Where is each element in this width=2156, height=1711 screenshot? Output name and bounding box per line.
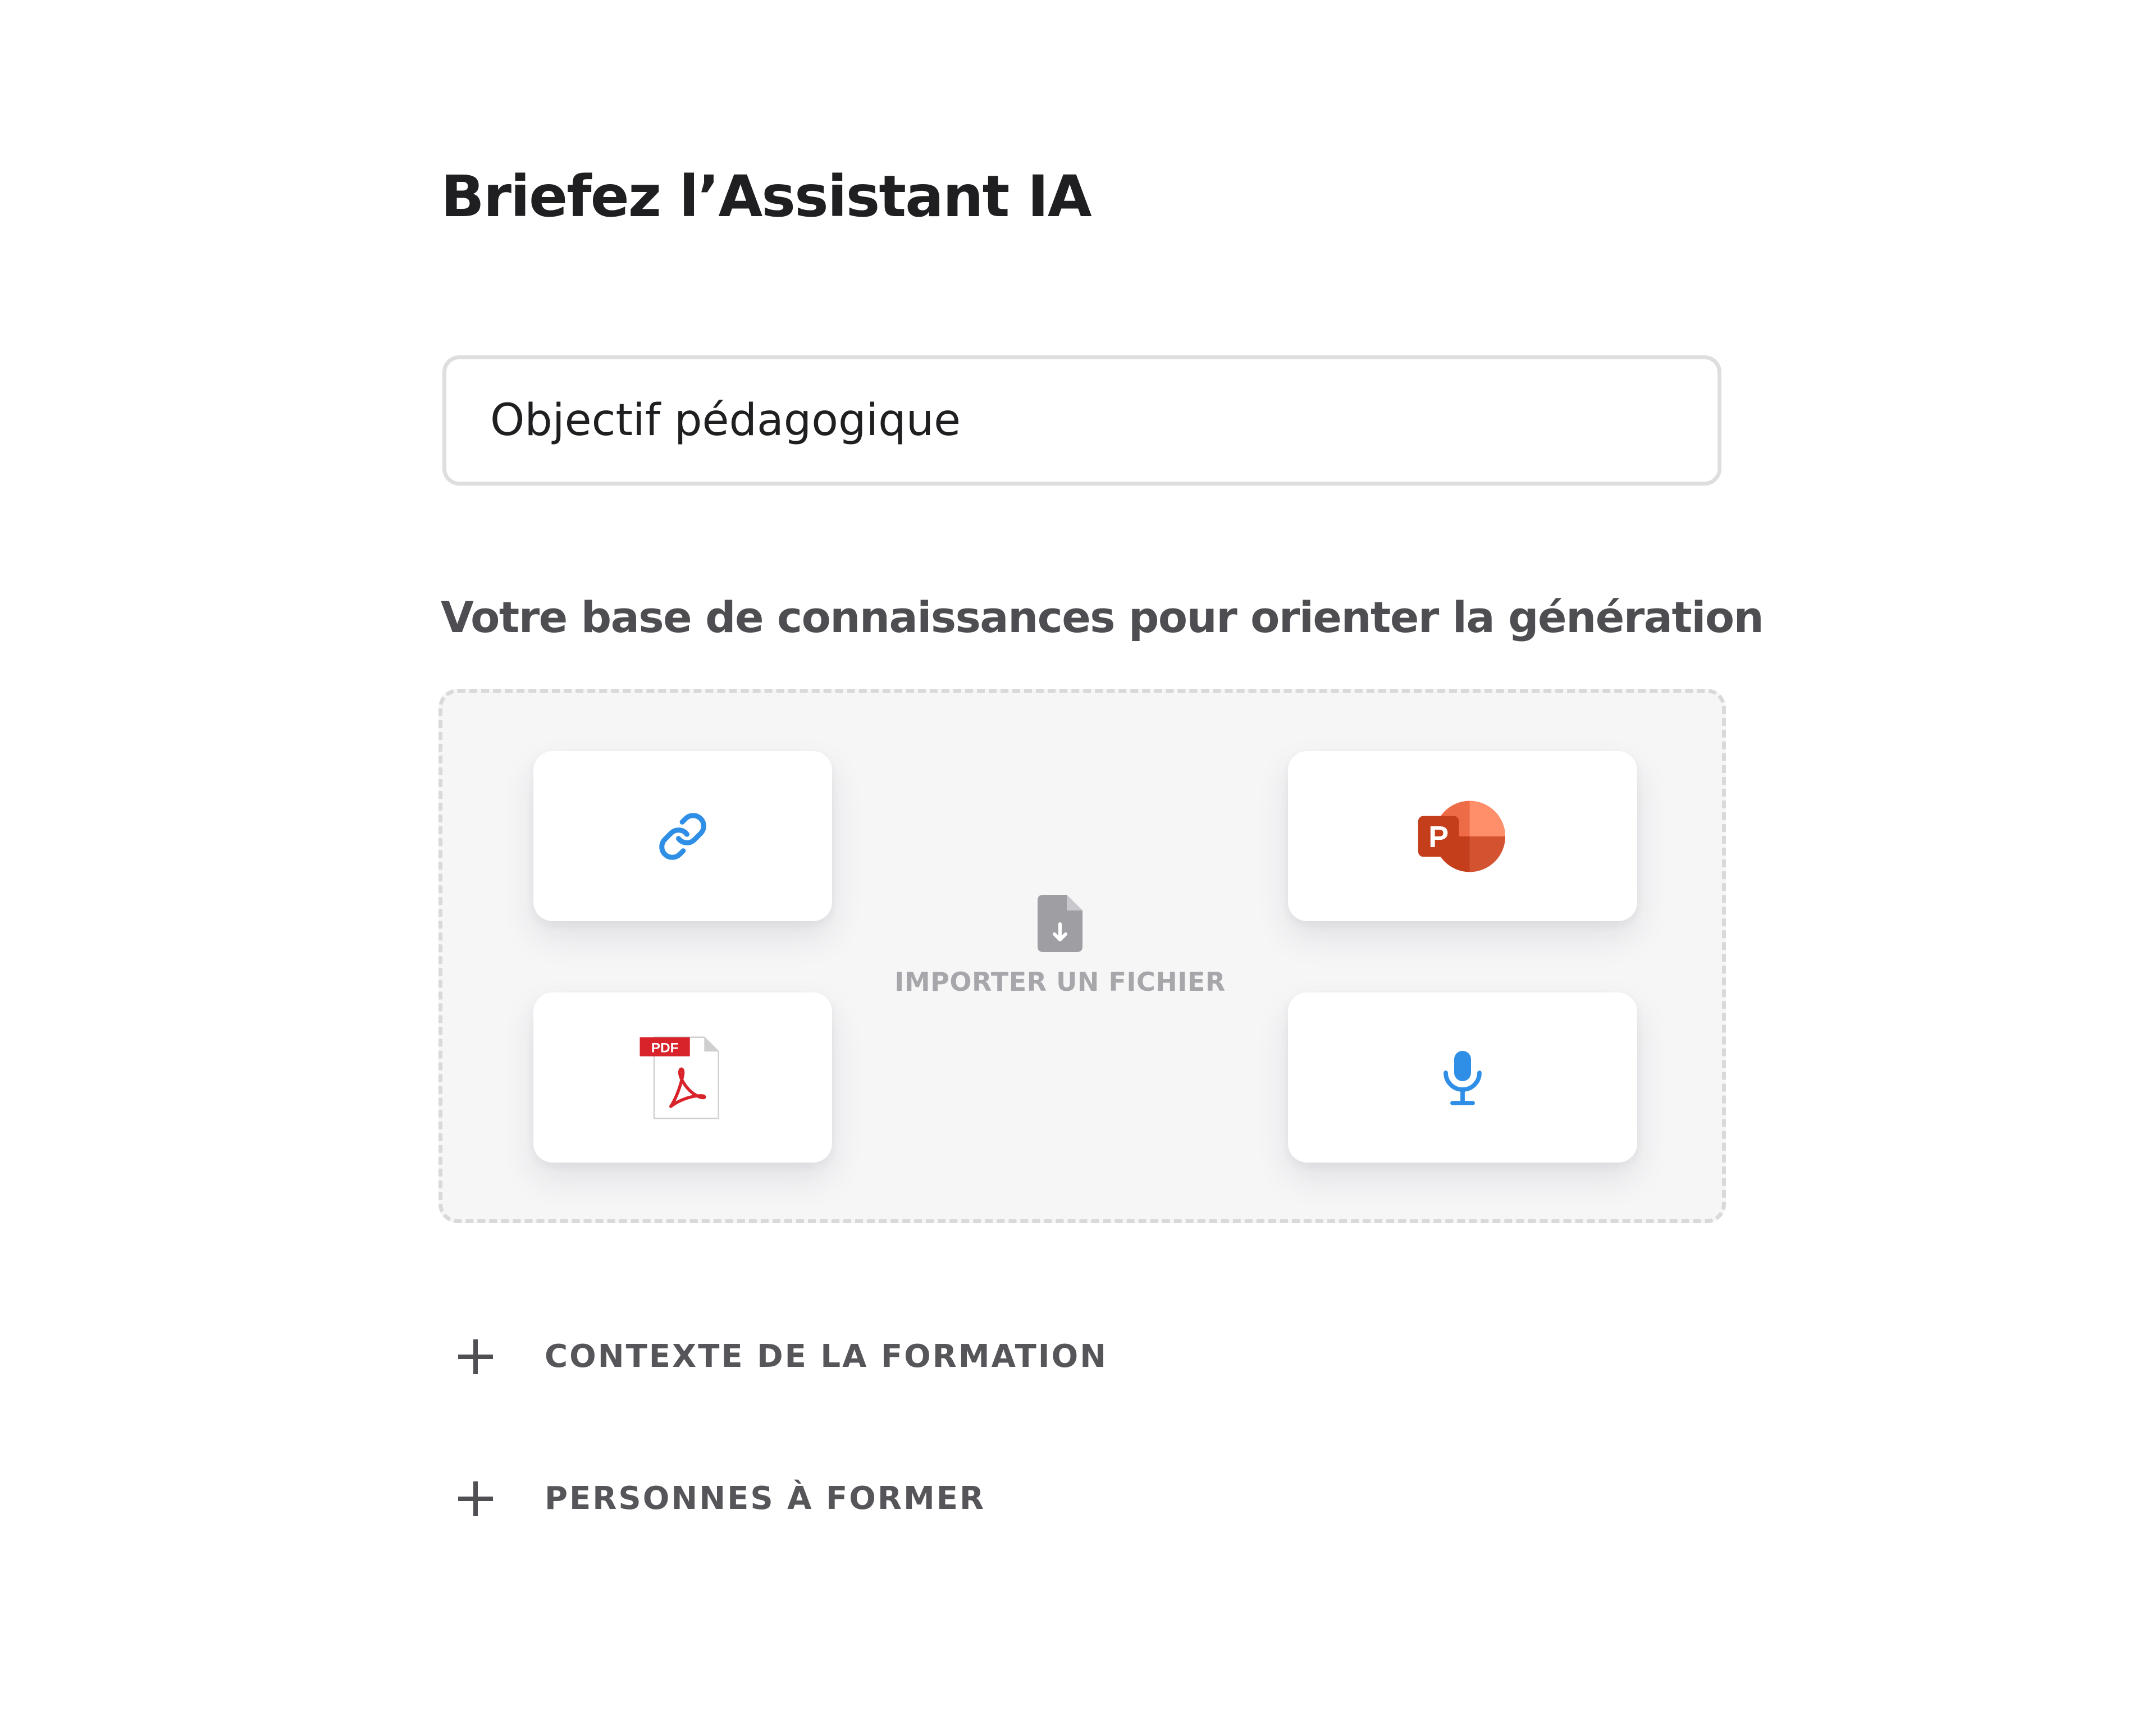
powerpoint-letter: P <box>1428 820 1449 854</box>
file-dropzone[interactable]: PDF IMPORTER UN FICHIER P <box>438 689 1726 1223</box>
objective-input[interactable] <box>442 355 1721 486</box>
powerpoint-icon: P <box>1418 800 1505 872</box>
knowledge-base-label: Votre base de connaissances pour oriente… <box>441 592 1764 642</box>
plus-icon <box>458 1481 493 1516</box>
import-file-button[interactable]: IMPORTER UN FICHIER <box>880 895 1240 997</box>
record-audio-button[interactable] <box>1288 992 1637 1163</box>
section-personnes-a-former[interactable]: PERSONNES À FORMER <box>455 1478 985 1520</box>
import-pdf-button[interactable]: PDF <box>533 992 832 1163</box>
plus-icon <box>458 1339 493 1374</box>
file-download-icon <box>1038 895 1082 952</box>
pdf-badge-text: PDF <box>651 1040 679 1055</box>
import-file-label: IMPORTER UN FICHIER <box>894 967 1226 997</box>
section-label: CONTEXTE DE LA FORMATION <box>545 1338 1108 1375</box>
link-icon <box>659 812 706 860</box>
import-powerpoint-button[interactable]: P <box>1288 751 1637 921</box>
add-link-button[interactable] <box>533 751 832 921</box>
microphone-icon <box>1444 1050 1482 1105</box>
pdf-icon: PDF <box>640 1036 720 1119</box>
page-title: Briefez l’Assistant IA <box>441 163 1092 230</box>
section-contexte-formation[interactable]: CONTEXTE DE LA FORMATION <box>455 1336 1108 1378</box>
section-label: PERSONNES À FORMER <box>545 1480 986 1517</box>
